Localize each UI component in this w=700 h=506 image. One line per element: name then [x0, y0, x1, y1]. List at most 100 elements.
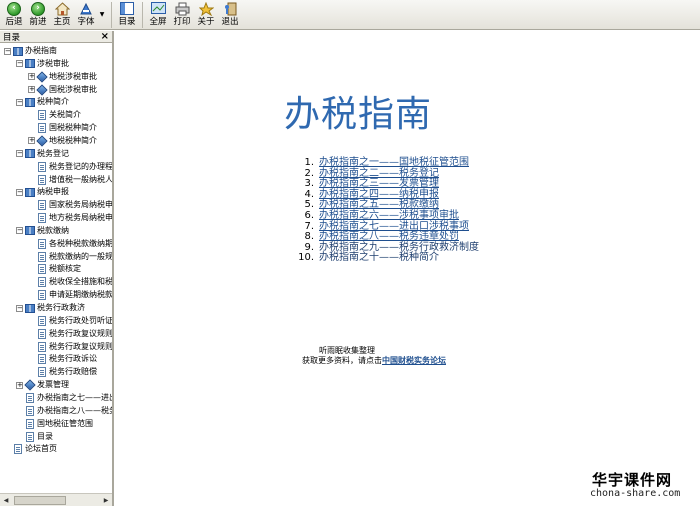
tree-item[interactable]: 国地税征管范围 [16, 418, 93, 430]
printer-icon [175, 2, 189, 15]
toc-item-number: 6. [304, 209, 314, 221]
page-icon [37, 174, 47, 185]
tree-item[interactable]: 税务行政赔偿 [28, 366, 97, 378]
tree-item[interactable]: + 国税涉税审批 [28, 83, 97, 96]
tree-item[interactable]: 税务行政复议规则 [28, 341, 112, 353]
tree-item[interactable]: 办税指南之八——税务 [16, 405, 112, 417]
tree-item[interactable]: + 地税涉税审批 [28, 71, 97, 83]
tree-item[interactable]: 关税简介 [28, 109, 81, 121]
tree-item[interactable]: 税务行政复议规则 [28, 328, 112, 340]
tree-item[interactable]: − 纳税申报 [16, 186, 69, 198]
collapse-icon[interactable]: − [16, 227, 23, 235]
more-info-line: 获取更多资料，请点击中国财税实务论坛 [302, 355, 446, 366]
tree-item[interactable]: 各税种税款缴纳期 [28, 238, 112, 250]
page-icon [37, 110, 47, 121]
collapse-icon[interactable]: − [16, 60, 23, 68]
expand-icon[interactable]: + [28, 73, 35, 81]
tree-item-label: 税种简介 [37, 97, 69, 107]
forward-arrow-icon: › [31, 1, 45, 16]
tree-item[interactable]: 税款缴纳的一般规 [28, 251, 112, 263]
tree-item-label: 国家税务局纳税申 [49, 200, 112, 210]
toc-tree: − 办税指南 − 涉税审批 + 地税涉税审批 + 国税涉税审批 − 税种简介 关税简介 国税税种简介 +… [0, 43, 112, 494]
scroll-right-icon[interactable]: ▶ [100, 494, 112, 506]
page-icon [37, 277, 47, 288]
toc-item-link[interactable]: 办税指南之一——国地税征管范围 [319, 157, 469, 169]
tree-item[interactable]: − 办税指南 [4, 45, 57, 57]
page-icon [13, 444, 23, 455]
book-icon [13, 46, 23, 56]
tree-item-label: 涉税审批 [37, 58, 69, 68]
home-button[interactable]: 主页 [50, 0, 74, 29]
tree-item[interactable]: 税收保全措施和税 [28, 276, 112, 288]
tree-item[interactable]: 税额核定 [28, 263, 81, 275]
forward-button[interactable]: › 前进 [26, 0, 50, 29]
book-icon [25, 97, 35, 107]
tree-item[interactable]: − 税务登记 [16, 148, 69, 160]
tree-item-label: 税款缴纳 [37, 225, 69, 235]
scrollbar-track[interactable] [12, 495, 100, 506]
tree-item[interactable]: + 发票管理 [16, 379, 69, 391]
tree-item[interactable]: 增值税一般纳税人 [28, 174, 112, 186]
page-icon [25, 405, 35, 416]
tree-item[interactable]: − 税款缴纳 [16, 225, 69, 237]
page-icon [25, 418, 35, 429]
toc-label: 目录 [118, 17, 136, 27]
scrollbar-thumb[interactable] [14, 495, 66, 505]
tree-item[interactable]: − 税种简介 [16, 96, 69, 108]
tree-item-label: 申请延期缴纳税款 [49, 290, 112, 300]
content-pane: 办税指南 1. 办税指南之一——国地税征管范围 2. 办税指南之二——税务登记 3. 办税… [116, 31, 700, 506]
toc-item-link[interactable]: 办税指南之六——涉税事项审批 [319, 210, 459, 222]
about-button[interactable]: 关于 [194, 0, 218, 29]
collapse-icon[interactable]: − [16, 304, 23, 312]
book-icon [25, 226, 35, 236]
expand-icon[interactable]: + [28, 86, 35, 94]
tree-item[interactable]: 论坛首页 [4, 443, 57, 455]
font-button[interactable]: 字体 [74, 0, 98, 29]
tree-item[interactable]: − 税务行政救济 [16, 302, 85, 314]
close-icon[interactable]: × [101, 31, 109, 42]
tree-item[interactable]: 目录 [16, 431, 53, 443]
tree-item-label: 地税涉税审批 [49, 71, 97, 81]
forum-link[interactable]: 中国财税实务论坛 [382, 356, 446, 365]
tree-item-label: 税务行政赔偿 [49, 367, 97, 377]
tree-item-label: 国税税种简介 [49, 123, 97, 133]
collapse-icon[interactable]: − [4, 47, 11, 55]
toc-button[interactable]: 目录 [115, 0, 139, 29]
tree-item[interactable]: + 地税税种简介 [28, 135, 97, 147]
print-button[interactable]: 打印 [170, 0, 194, 29]
fullscreen-button[interactable]: 全屏 [146, 0, 170, 29]
tree-item[interactable]: 国税税种简介 [28, 122, 97, 134]
exit-button[interactable]: 退出 [218, 0, 242, 29]
tree-item[interactable]: 税务登记的办理程 [28, 161, 112, 173]
page-icon [37, 238, 47, 249]
topic-icon [36, 135, 48, 147]
tree-item[interactable]: 国家税务局纳税申 [28, 199, 112, 211]
tree-item[interactable]: 税务行政处罚听证 [28, 315, 112, 327]
collapse-icon[interactable]: − [16, 188, 23, 196]
expand-icon[interactable]: + [28, 137, 35, 145]
back-button[interactable]: ‹ 后退 [2, 0, 26, 29]
horizontal-scrollbar[interactable]: ◀ ▶ [0, 493, 112, 506]
tree-item[interactable]: 地方税务局纳税申 [28, 212, 112, 224]
scroll-left-icon[interactable]: ◀ [0, 494, 12, 506]
watermark-url: chona-share.com [590, 488, 681, 499]
expand-icon[interactable]: + [16, 381, 23, 389]
tree-item[interactable]: 税务行政诉讼 [28, 353, 97, 365]
collapse-icon[interactable]: − [16, 98, 23, 106]
page-icon [37, 341, 47, 352]
tree-item-label: 增值税一般纳税人 [49, 174, 112, 184]
tree-item-label: 税务行政复议规则 [49, 328, 112, 338]
print-label: 打印 [173, 17, 191, 27]
tree-item-label: 地税税种简介 [49, 135, 97, 145]
tree-item-label: 税务行政救济 [37, 303, 85, 312]
tree-item[interactable]: 办税指南之七——进出 [16, 392, 112, 404]
page-title: 办税指南 [284, 94, 433, 135]
tree-item[interactable]: − 涉税审批 [16, 58, 69, 70]
tree-item[interactable]: 申请延期缴纳税款 [28, 289, 112, 301]
topic-icon [36, 83, 48, 96]
font-dropdown-arrow[interactable]: ▼ [98, 0, 106, 29]
tree-item-label: 办税指南之七——进出 [37, 392, 112, 402]
collapse-icon[interactable]: − [16, 150, 23, 158]
tree-item-label: 关税简介 [49, 110, 81, 120]
toc-pane: 目录 × − 办税指南 − 涉税审批 + 地税涉税审批 + 国税涉税审批 − 税种简介 关税简介 国税… [0, 31, 114, 506]
